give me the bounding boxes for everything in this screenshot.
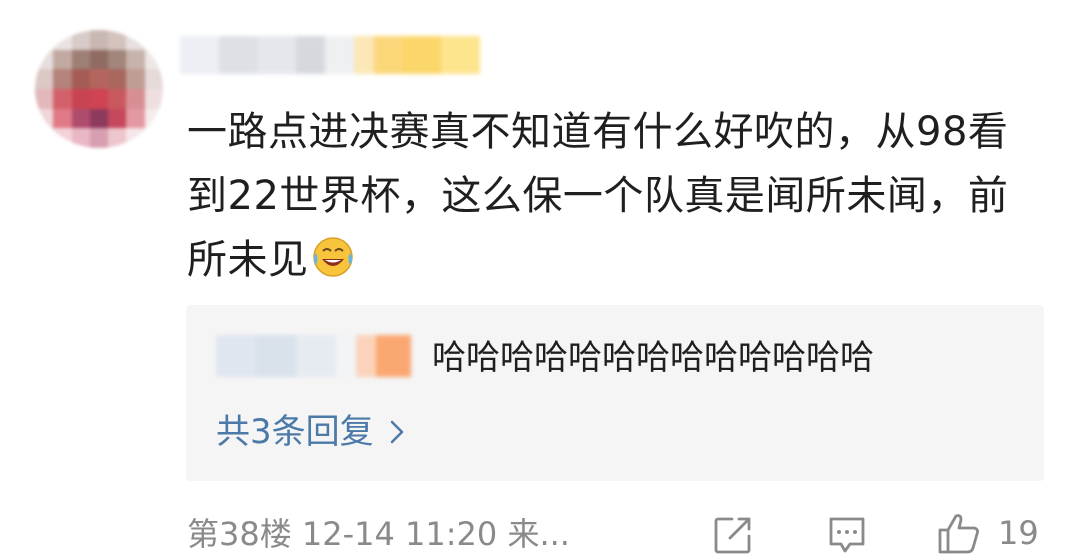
reply-username[interactable] [216, 335, 411, 377]
like-button[interactable]: 19 [936, 510, 1039, 556]
share-button[interactable] [712, 512, 754, 558]
like-count: 19 [998, 514, 1039, 552]
share-icon [714, 517, 751, 554]
reply-text: 哈哈哈哈哈哈哈哈哈哈哈哈哈 [432, 338, 874, 378]
username[interactable] [180, 36, 480, 74]
laughing-crying-emoji-icon [312, 237, 353, 277]
thumbs-up-icon [938, 514, 979, 554]
comment-meta: 第38楼 12-14 11:20 来... [187, 515, 570, 553]
chevron-right-icon [390, 420, 403, 444]
comment-button[interactable] [826, 512, 868, 558]
comment-icon [829, 517, 865, 553]
view-replies-link[interactable]: 共3条回复 [216, 409, 406, 455]
reply-box[interactable]: 哈哈哈哈哈哈哈哈哈哈哈哈哈 共3条回复 [186, 305, 1044, 481]
avatar[interactable] [35, 30, 163, 148]
view-replies-label[interactable]: 共3条回复 [216, 409, 374, 455]
comment-text: 一路点进决赛真不知道有什么好吹的，从98看到22世界杯，这么保一个队真是闻所未闻… [187, 100, 1047, 292]
